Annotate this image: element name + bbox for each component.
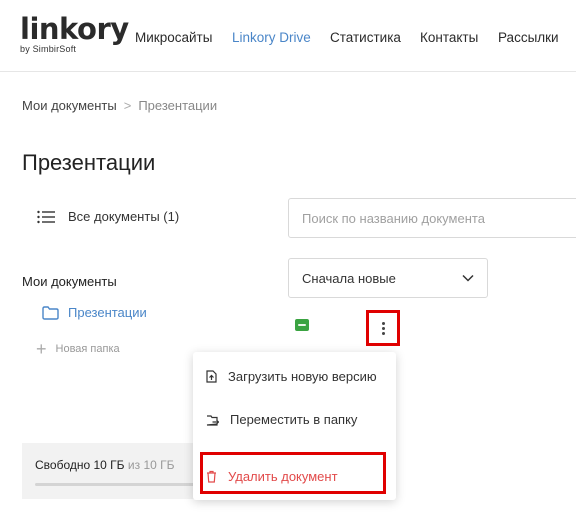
sort-select-value: Сначала новые <box>302 270 396 286</box>
storage-total: из 10 ГБ <box>127 458 175 472</box>
menu-item-delete-document[interactable]: Удалить документ <box>206 469 338 484</box>
all-documents-link[interactable]: Все документы (1) <box>37 209 179 224</box>
menu-item-label: Загрузить новую версию <box>228 369 377 384</box>
menu-item-move-to-folder[interactable]: Переместить в папку <box>206 412 357 427</box>
document-file-icon[interactable] <box>295 319 309 331</box>
more-options-button[interactable] <box>366 310 400 346</box>
linkory-logo[interactable]: linkory by SimbirSoft <box>20 14 129 54</box>
menu-item-label: Удалить документ <box>228 469 338 484</box>
sidebar-item-presentations[interactable]: Презентации <box>42 305 147 320</box>
trash-icon <box>207 470 216 483</box>
my-documents-heading: Мои документы <box>22 274 117 289</box>
sort-select[interactable]: Сначала новые <box>288 258 488 298</box>
new-folder-button[interactable]: + Новая папка <box>36 339 120 359</box>
sidebar-item-label: Презентации <box>68 305 147 320</box>
breadcrumb-root[interactable]: Мои документы <box>22 98 117 113</box>
menu-item-label: Переместить в папку <box>230 412 358 427</box>
move-folder-icon <box>206 414 219 426</box>
more-vertical-icon <box>381 321 385 335</box>
context-menu: Загрузить новую версию Переместить в пап… <box>193 352 396 500</box>
nav-item-linkory-drive[interactable]: Linkory Drive <box>232 30 311 45</box>
plus-icon: + <box>36 339 47 359</box>
page-title: Презентации <box>22 150 156 175</box>
storage-free: Свободно 10 ГБ <box>35 458 125 472</box>
breadcrumb-separator-icon: > <box>123 98 132 113</box>
menu-item-upload-version[interactable]: Загрузить новую версию <box>206 369 377 384</box>
list-icon <box>37 210 55 223</box>
chevron-down-icon <box>462 274 474 282</box>
storage-progress-bar <box>35 483 195 486</box>
nav-item-mailings[interactable]: Рассылки <box>498 30 559 45</box>
logo-wordmark: linkory <box>20 12 129 46</box>
search-input[interactable] <box>288 198 576 238</box>
nav-item-contacts[interactable]: Контакты <box>420 30 478 45</box>
folder-icon <box>42 305 59 320</box>
top-header: linkory by SimbirSoft Микросайты Linkory… <box>0 0 576 72</box>
all-documents-label: Все документы (1) <box>68 209 180 224</box>
nav-item-statistics[interactable]: Статистика <box>330 30 401 45</box>
breadcrumb-current: Презентации <box>138 98 218 113</box>
breadcrumb: Мои документы > Презентации <box>22 98 217 113</box>
upload-file-icon <box>206 370 217 383</box>
storage-panel: Свободно 10 ГБ из 10 ГБ <box>22 443 202 499</box>
nav-item-microsites[interactable]: Микросайты <box>135 30 212 45</box>
new-folder-label: Новая папка <box>55 343 120 355</box>
